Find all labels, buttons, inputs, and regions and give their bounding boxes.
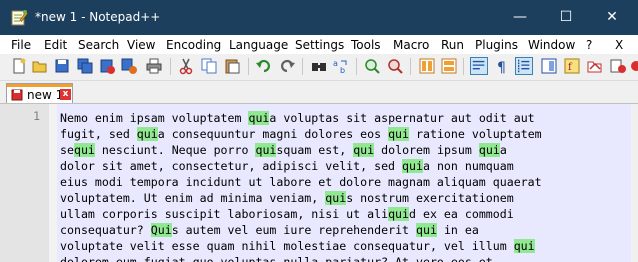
search-highlight: qui xyxy=(402,159,423,173)
code-line[interactable]: sequi nesciunt. Neque porro quisquam est… xyxy=(60,142,507,158)
undo-icon[interactable] xyxy=(255,57,273,75)
search-highlight: qui xyxy=(325,191,347,205)
menu-macro[interactable]: Macro xyxy=(393,38,429,52)
menu-view[interactable]: View xyxy=(127,38,155,52)
editor[interactable]: 1 Nemo enim ipsam voluptatem quia volupt… xyxy=(0,103,638,262)
zoom-in-icon[interactable] xyxy=(363,57,381,75)
close-icon[interactable] xyxy=(98,57,116,75)
svg-text:a: a xyxy=(333,59,338,68)
toolbar-separator xyxy=(302,58,303,75)
sync-horizontal-icon[interactable] xyxy=(440,57,458,75)
save-icon[interactable] xyxy=(53,57,71,75)
toolbar-separator xyxy=(170,58,171,75)
search-highlight: qui xyxy=(478,143,500,157)
notepad-plus-plus-app-icon xyxy=(11,10,28,26)
code-line[interactable]: voluptatem. Ut enim ad minima veniam, qu… xyxy=(60,190,514,206)
open-file-icon[interactable] xyxy=(31,57,49,75)
line-number-gutter: 1 xyxy=(0,104,49,262)
menu-encoding[interactable]: Encoding xyxy=(166,38,221,52)
zoom-out-icon[interactable] xyxy=(386,57,404,75)
minimize-button[interactable]: — xyxy=(497,0,543,35)
code-line[interactable]: dolor sit amet, consectetur, adipisci ve… xyxy=(60,158,514,174)
window-title: *new 1 - Notepad++ xyxy=(35,10,161,24)
menu-file[interactable]: File xyxy=(11,38,31,52)
print-icon[interactable] xyxy=(145,57,163,75)
menu-run[interactable]: Run xyxy=(441,38,464,52)
vertical-scrollbar[interactable] xyxy=(631,104,638,262)
close-all-icon[interactable] xyxy=(120,57,138,75)
search-highlight: qui xyxy=(416,223,437,237)
menu-help[interactable]: ? xyxy=(586,38,592,52)
code-line[interactable]: fugit, sed quia consequuntur magni dolor… xyxy=(60,126,542,142)
tab-new-1[interactable]: new 1 x xyxy=(6,83,73,103)
paste-icon[interactable] xyxy=(223,57,241,75)
redo-icon[interactable] xyxy=(278,57,296,75)
svg-text:¶: ¶ xyxy=(497,60,506,75)
code-line[interactable]: eius modi tempora incidunt ut labore et … xyxy=(60,174,542,190)
line-number: 1 xyxy=(33,109,40,123)
svg-text:b: b xyxy=(340,66,345,75)
replace-icon[interactable]: ab xyxy=(332,57,350,75)
menu-language[interactable]: Language xyxy=(229,38,288,52)
indent-guide-icon[interactable] xyxy=(515,57,533,75)
function-list-icon[interactable]: f xyxy=(563,57,581,75)
unsaved-file-icon xyxy=(11,89,23,101)
search-highlight: qui xyxy=(388,127,410,141)
menu-close-document[interactable]: X xyxy=(615,38,623,52)
copy-icon[interactable] xyxy=(200,57,218,75)
menu-edit[interactable]: Edit xyxy=(44,38,67,52)
monitoring-icon[interactable] xyxy=(609,57,627,75)
toolbar: ab ¶ f xyxy=(0,54,638,81)
new-file-icon[interactable] xyxy=(10,57,28,75)
tab-label: new 1 xyxy=(27,88,64,102)
menu-search[interactable]: Search xyxy=(78,38,119,52)
show-all-characters-icon[interactable]: ¶ xyxy=(493,57,511,75)
search-highlight: qui xyxy=(255,143,277,157)
search-highlight: qui xyxy=(353,143,375,157)
code-line[interactable]: voluptate velit esse quam nihil molestia… xyxy=(60,238,535,254)
toolbar-separator xyxy=(248,58,249,75)
find-icon[interactable] xyxy=(310,57,328,75)
title-bar: *new 1 - Notepad++ — ☐ ✕ xyxy=(0,0,638,35)
tab-close-button[interactable]: x xyxy=(60,89,71,100)
sync-vertical-icon[interactable] xyxy=(418,57,436,75)
menu-window[interactable]: Window xyxy=(528,38,575,52)
cut-icon[interactable] xyxy=(177,57,195,75)
save-all-icon[interactable] xyxy=(76,57,94,75)
tab-bar: new 1 x xyxy=(0,81,638,103)
maximize-button[interactable]: ☐ xyxy=(543,0,589,35)
menu-settings[interactable]: Settings xyxy=(295,38,344,52)
close-window-button[interactable]: ✕ xyxy=(589,0,635,35)
search-highlight: qui xyxy=(136,127,158,141)
menu-bar: File Edit Search View Encoding Language … xyxy=(0,35,638,54)
toolbar-separator xyxy=(410,58,411,75)
folder-as-workspace-icon[interactable] xyxy=(586,57,604,75)
text-area[interactable]: Nemo enim ipsam voluptatem quia voluptas… xyxy=(57,104,638,262)
search-highlight: qui xyxy=(388,207,410,221)
search-highlight: qui xyxy=(73,143,95,157)
record-macro-icon[interactable] xyxy=(630,57,638,75)
fold-margin[interactable] xyxy=(49,104,57,262)
code-line[interactable]: ullam corporis suscipit laboriosam, nisi… xyxy=(60,206,514,222)
active-tab-indicator xyxy=(7,84,72,87)
toolbar-separator xyxy=(463,58,464,75)
code-line[interactable]: consequatur? Quis autem vel eum iure rep… xyxy=(60,222,479,238)
search-highlight: Qui xyxy=(150,223,172,237)
code-line[interactable]: Nemo enim ipsam voluptatem quia voluptas… xyxy=(60,110,535,126)
menu-tools[interactable]: Tools xyxy=(351,38,381,52)
search-highlight: qui xyxy=(513,239,535,253)
search-highlight: qui xyxy=(248,111,270,125)
word-wrap-icon[interactable] xyxy=(470,57,488,75)
toolbar-separator xyxy=(356,58,357,75)
menu-plugins[interactable]: Plugins xyxy=(475,38,518,52)
document-map-icon[interactable] xyxy=(540,57,558,75)
